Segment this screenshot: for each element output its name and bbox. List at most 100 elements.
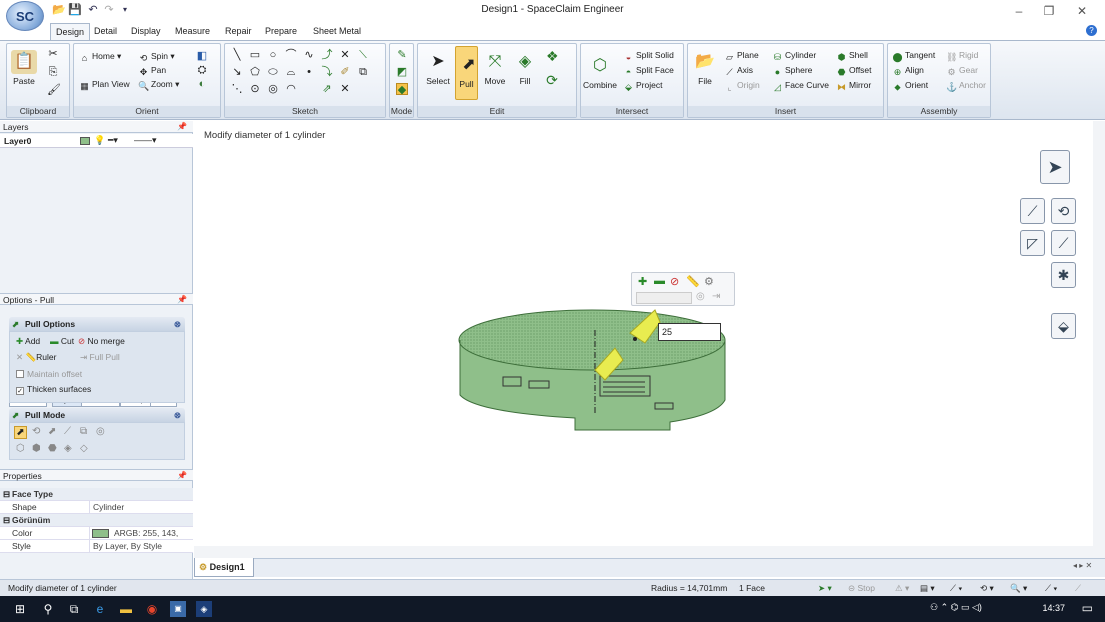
format-painter-icon[interactable]: 🖌: [47, 84, 61, 96]
project-button[interactable]: ⬙ Project: [623, 79, 662, 93]
rectangle-icon[interactable]: ▭: [249, 49, 261, 61]
rotate-edge-icon[interactable]: ⬣: [48, 443, 57, 454]
status-ruler-icon[interactable]: ⟋: [1075, 580, 1081, 596]
options-pin-icon[interactable]: 📌: [177, 294, 187, 306]
circle-3pt-icon[interactable]: ⊙: [249, 83, 261, 95]
ellipse-icon[interactable]: ⬭: [267, 66, 279, 78]
search-icon[interactable]: ⚲: [40, 601, 56, 617]
select-button[interactable]: ➤ Select: [424, 50, 452, 86]
mini-dropdown[interactable]: [636, 292, 692, 304]
pull-button[interactable]: ⬈ Pull: [455, 46, 478, 100]
section-mode-icon[interactable]: ◩: [396, 66, 408, 78]
pull-options-header[interactable]: ⬈ Pull Options ⊗: [9, 317, 185, 331]
origin-button[interactable]: ⌞ Origin: [724, 79, 759, 93]
pull-mode-header[interactable]: ⬈ Pull Mode ⊗: [9, 408, 185, 422]
tab-display[interactable]: Display: [126, 23, 166, 40]
plan-view-button[interactable]: ▦ Plan View: [79, 78, 129, 92]
app-logo-icon[interactable]: SC: [6, 1, 44, 31]
status-spin-icon[interactable]: ⟲ ▾: [980, 580, 994, 596]
corner-icon[interactable]: ⟍: [357, 49, 369, 61]
move-button[interactable]: ⤧ Move: [482, 50, 508, 86]
shell-button[interactable]: ⬢ Shell: [836, 49, 868, 63]
mini-options-icon[interactable]: ⚙: [704, 275, 714, 288]
chamfer-icon[interactable]: ◇: [80, 443, 88, 454]
style-row[interactable]: Style By Layer, By Style: [0, 540, 193, 553]
maintain-offset-checkbox[interactable]: [16, 370, 24, 378]
tangent-circle-icon[interactable]: ◎: [267, 83, 279, 95]
extend-icon[interactable]: ⇗: [321, 83, 333, 95]
three-point-arc-icon[interactable]: ◠: [285, 83, 297, 95]
split-face-button[interactable]: ◓ Split Face: [623, 64, 674, 78]
layer-visibility-bulb-icon[interactable]: 💡: [94, 135, 105, 146]
home-button[interactable]: ⌂ Home ▾: [79, 50, 122, 64]
zoom-button[interactable]: 🔍 Zoom ▾: [138, 78, 179, 92]
maximize-button[interactable]: ❐: [1035, 2, 1063, 20]
copy-icon[interactable]: ⎘: [47, 66, 59, 78]
split-curve-icon[interactable]: ✕: [339, 83, 351, 95]
pull-mode-collapse-icon[interactable]: ⊗: [174, 408, 181, 422]
mini-cut-icon[interactable]: ▬: [654, 275, 665, 287]
tab-detail[interactable]: Detail: [89, 23, 122, 40]
select-direction-guide[interactable]: ⟋: [1020, 198, 1045, 224]
construction-line-icon[interactable]: ⋱: [231, 83, 243, 95]
vertical-scrollbar[interactable]: [1093, 121, 1105, 558]
extrude-edge-icon[interactable]: ◈: [64, 443, 72, 454]
line-icon[interactable]: ╲: [231, 49, 243, 61]
tab-prepare[interactable]: Prepare: [260, 23, 302, 40]
tab-nav-icon[interactable]: ◂ ▸ ✕: [1073, 561, 1092, 570]
bend-icon[interactable]: ✐: [339, 66, 351, 78]
line-weight-icon[interactable]: ━▾: [108, 135, 118, 146]
anchor-button[interactable]: ⚓ Anchor: [946, 79, 986, 93]
edge-browser-icon[interactable]: e: [92, 601, 108, 617]
point-icon[interactable]: •: [303, 66, 315, 78]
notification-icon[interactable]: ▭: [1082, 601, 1093, 615]
status-warning-icon[interactable]: ⚠ ▾: [895, 580, 909, 596]
no-merge-option[interactable]: ⊘ No merge: [78, 336, 125, 347]
close-button[interactable]: ✕: [1068, 2, 1096, 20]
circle-icon[interactable]: ○: [267, 49, 279, 61]
spin-button[interactable]: ⟲ Spin ▾: [138, 50, 175, 64]
horizontal-scrollbar[interactable]: [194, 546, 1093, 558]
snap-view-icon[interactable]: ⛭: [196, 64, 208, 76]
maintain-offset-option[interactable]: Maintain offset: [16, 369, 82, 379]
face-curve-button[interactable]: ◿ Face Curve: [772, 79, 829, 93]
collapse-icon[interactable]: ⊗: [174, 317, 181, 331]
trim-icon[interactable]: ⤴: [321, 49, 333, 61]
polygon-icon[interactable]: ⬠: [249, 66, 261, 78]
cylinder-button[interactable]: ⛁ Cylinder: [772, 49, 816, 63]
draft-icon[interactable]: ⟋: [64, 426, 71, 437]
system-tray-icons[interactable]: ⚇ ⌃ ⌬ ▭ ◁): [930, 602, 982, 613]
gear-button[interactable]: ⚙ Gear: [946, 64, 977, 78]
properties-pin-icon[interactable]: 📌: [177, 470, 187, 482]
mirror-button[interactable]: ⧓ Mirror: [836, 79, 871, 93]
tab-sheet-metal[interactable]: Sheet Metal: [308, 23, 366, 40]
dimension-input[interactable]: 25: [658, 323, 721, 341]
project-to-sketch-icon[interactable]: ⧉: [357, 66, 369, 78]
cut-option[interactable]: ▬ Cut: [50, 336, 74, 346]
layer-row[interactable]: Layer0 💡 ━▾ ——▾: [0, 134, 193, 148]
graphics-style-icon[interactable]: ◐: [196, 78, 208, 90]
spaceclaim-taskbar-icon[interactable]: ◈: [196, 601, 212, 617]
rigid-button[interactable]: ⛓ Rigid: [946, 49, 978, 63]
offset-curve-icon[interactable]: ⤵: [321, 66, 333, 78]
axis-button[interactable]: ⟋ Axis: [724, 64, 753, 78]
status-filter-icon[interactable]: ▤ ▾: [920, 580, 935, 596]
minimize-button[interactable]: –: [1005, 2, 1033, 20]
orient-assembly-button[interactable]: ⬥ Orient: [892, 79, 928, 93]
spline-icon[interactable]: ∿: [303, 49, 315, 61]
line-style-icon[interactable]: ——▾: [134, 135, 157, 146]
tab-repair[interactable]: Repair: [220, 23, 257, 40]
ruler-option[interactable]: ✕ 📏Ruler: [16, 352, 56, 363]
plane-button[interactable]: ▱ Plane: [724, 49, 759, 63]
help-icon[interactable]: ?: [1086, 25, 1097, 36]
windows-start-icon[interactable]: ⊞: [12, 601, 28, 617]
mini-add-icon[interactable]: ✚: [638, 275, 647, 288]
view-cube-icon[interactable]: ◧: [196, 50, 208, 62]
pivot-icon[interactable]: ◎: [96, 426, 105, 437]
face-type-category[interactable]: ⊟ Face Type: [0, 488, 193, 501]
split-solid-button[interactable]: ◒ Split Solid: [623, 49, 674, 63]
pivot-edge-icon[interactable]: ⬢: [32, 443, 41, 454]
taskbar-clock[interactable]: 14:37: [1042, 603, 1065, 613]
3d-mode-icon[interactable]: ◆: [396, 83, 408, 96]
sweep-arc-icon[interactable]: ⌓: [285, 66, 297, 78]
